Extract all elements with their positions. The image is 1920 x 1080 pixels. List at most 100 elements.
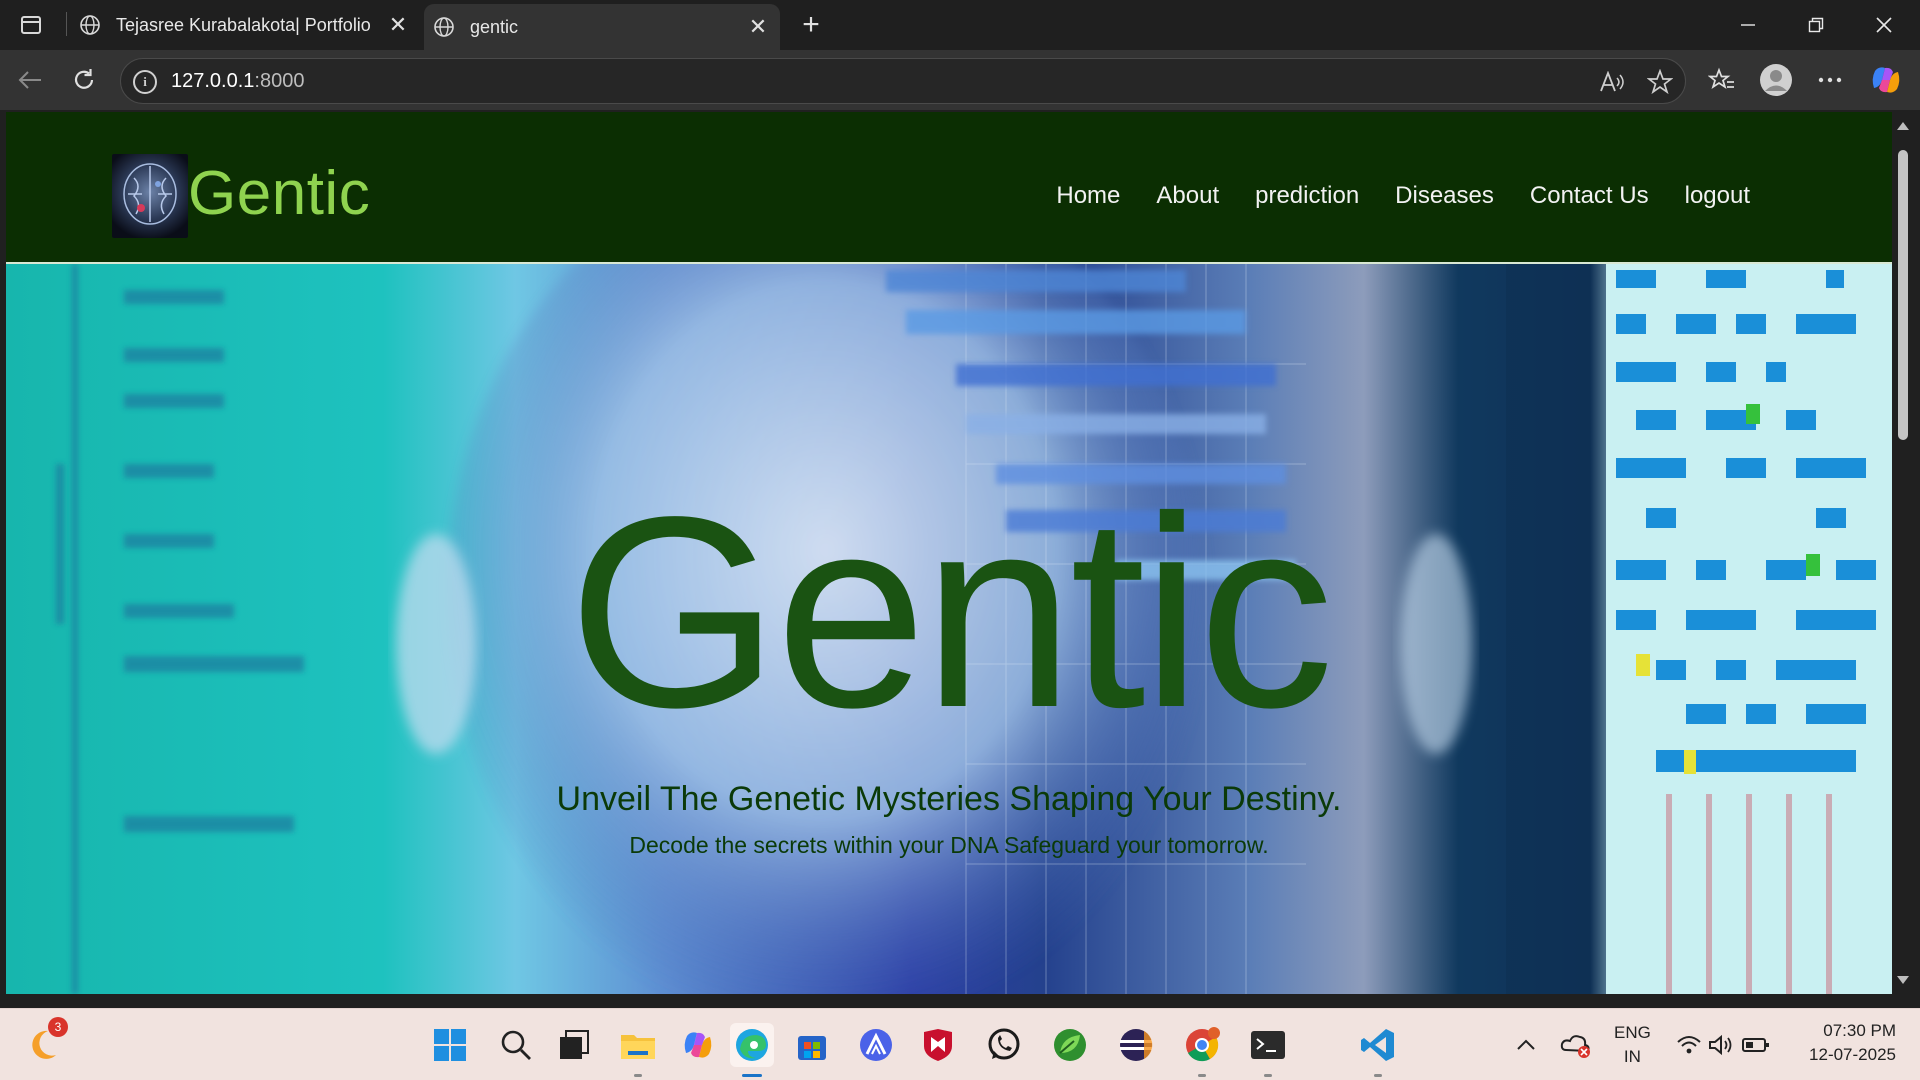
back-arrow-icon (18, 71, 41, 89)
taskbar-eclipse[interactable] (1114, 1023, 1158, 1067)
taskbar-chrome[interactable] (1180, 1023, 1224, 1077)
url-port: :8000 (254, 70, 305, 92)
task-view-icon (560, 1030, 589, 1059)
eclipse-icon (1120, 1029, 1153, 1061)
brand-name[interactable]: Gentic (188, 158, 370, 229)
copilot-icon (684, 1032, 712, 1058)
language-indicator[interactable]: ENG IN (1614, 1023, 1651, 1067)
page-viewport: Gentic Home About prediction Diseases Co… (6, 112, 1892, 994)
globe-icon (432, 15, 456, 39)
address-bar[interactable]: i 127.0.0.1:8000 (120, 58, 1686, 104)
tab-gentic[interactable]: gentic ✕ (424, 4, 780, 50)
taskbar-vscode[interactable] (1356, 1023, 1400, 1077)
tab-close-icon[interactable]: ✕ (384, 11, 412, 39)
hero-subtagline: Decode the secrets within your DNA Safeg… (629, 832, 1269, 858)
read-aloud-icon[interactable] (1597, 67, 1627, 97)
scroll-down-arrow-icon[interactable] (1897, 976, 1909, 984)
taskbar-copilot[interactable] (676, 1023, 720, 1067)
nav-home[interactable]: Home (1056, 182, 1120, 210)
running-indicator (1374, 1074, 1382, 1077)
brain-icon (123, 163, 177, 225)
tab-close-icon[interactable]: ✕ (744, 13, 772, 41)
taskbar-green-app[interactable] (1048, 1023, 1092, 1067)
tab-actions-menu-button[interactable] (12, 11, 50, 39)
green-leaf-icon (1054, 1029, 1086, 1061)
taskbar-whatsapp[interactable] (982, 1023, 1026, 1067)
taskbar-file-explorer[interactable] (616, 1023, 660, 1077)
nav-diseases[interactable]: Diseases (1395, 182, 1494, 210)
clock-date: 12-07-2025 (1809, 1045, 1896, 1064)
nav-logout[interactable]: logout (1685, 182, 1750, 210)
more-dots-icon (1818, 77, 1842, 83)
quick-settings-button[interactable] (1668, 1023, 1778, 1067)
running-indicator (1264, 1074, 1272, 1077)
taskbar-microsoft-store[interactable] (790, 1023, 834, 1067)
url-host: 127.0.0.1 (171, 70, 255, 92)
close-icon (1876, 17, 1892, 33)
notification-badge: 3 (48, 1017, 68, 1037)
nav-prediction[interactable]: prediction (1255, 182, 1359, 210)
onedrive-status[interactable] (1554, 1023, 1598, 1067)
language-code: ENG (1614, 1023, 1651, 1042)
taskbar-app-launcher[interactable] (854, 1023, 898, 1067)
copilot-icon (1872, 67, 1900, 93)
wifi-icon (1677, 1036, 1701, 1054)
hero-tagline: Unveil The Genetic Mysteries Shaping You… (556, 780, 1342, 818)
tab-actions-icon (21, 16, 41, 34)
reload-button[interactable] (64, 60, 104, 100)
hero-title: Gentic (567, 460, 1334, 764)
start-button[interactable] (428, 1023, 472, 1067)
nav-about[interactable]: About (1156, 182, 1219, 210)
copilot-button[interactable] (1866, 60, 1906, 100)
page-scrollbar[interactable] (1892, 112, 1914, 994)
brain-logo-image[interactable] (112, 154, 188, 238)
windows-start-icon (434, 1029, 466, 1061)
chevron-up-icon (1517, 1039, 1535, 1050)
weather-widget[interactable]: 3 (26, 1017, 70, 1067)
reload-icon (74, 69, 94, 89)
favorites-icon (1708, 67, 1734, 90)
tab-separator (66, 12, 67, 36)
hero-section: Gentic Unveil The Genetic Mysteries Shap… (6, 264, 1892, 994)
favorite-star-icon[interactable] (1645, 67, 1675, 97)
avatar-icon (1760, 64, 1792, 96)
tab-portfolio[interactable]: Tejasree Kurabalakota| Portfolio ✕ (70, 0, 420, 50)
store-bag-icon (798, 1036, 826, 1060)
edge-browser-icon (736, 1029, 768, 1061)
restore-button[interactable] (1782, 0, 1850, 50)
profile-button[interactable] (1756, 60, 1796, 100)
new-tab-button[interactable]: + (794, 8, 828, 42)
window-close-button[interactable] (1850, 0, 1918, 50)
minimize-icon (1741, 24, 1755, 26)
running-indicator (742, 1074, 762, 1077)
clock[interactable]: 07:30 PM 12-07-2025 (1796, 1021, 1896, 1065)
minimize-button[interactable] (1714, 0, 1782, 50)
scroll-up-arrow-icon[interactable] (1897, 122, 1909, 130)
site-header: Gentic Home About prediction Diseases Co… (6, 112, 1892, 264)
show-hidden-icons-button[interactable] (1504, 1023, 1548, 1067)
browser-tab-bar: Tejasree Kurabalakota| Portfolio ✕ genti… (0, 0, 1920, 50)
running-indicator (1198, 1074, 1206, 1077)
back-button[interactable] (10, 60, 50, 100)
tab-title: gentic (470, 16, 519, 37)
nav-contact-us[interactable]: Contact Us (1530, 182, 1649, 210)
scrollbar-thumb[interactable] (1898, 150, 1908, 440)
more-menu-button[interactable] (1810, 60, 1850, 100)
battery-icon (1742, 1038, 1769, 1052)
folder-icon (621, 1035, 655, 1059)
site-info-icon[interactable]: i (133, 70, 157, 94)
search-icon (501, 1030, 531, 1060)
task-view-button[interactable] (552, 1023, 596, 1067)
taskbar-edge[interactable] (730, 1023, 774, 1077)
running-indicator (634, 1074, 642, 1077)
taskbar-mcafee[interactable] (916, 1023, 960, 1067)
terminal-icon (1251, 1031, 1285, 1059)
clock-time: 07:30 PM (1823, 1021, 1896, 1040)
taskbar-terminal[interactable] (1246, 1023, 1290, 1077)
vscode-icon (1361, 1029, 1394, 1061)
search-button[interactable] (494, 1023, 538, 1067)
restore-icon (1808, 17, 1824, 33)
favorites-button[interactable] (1702, 60, 1742, 100)
main-nav: Home About prediction Diseases Contact U… (1056, 182, 1750, 210)
address-url[interactable]: 127.0.0.1:8000 (171, 70, 304, 93)
